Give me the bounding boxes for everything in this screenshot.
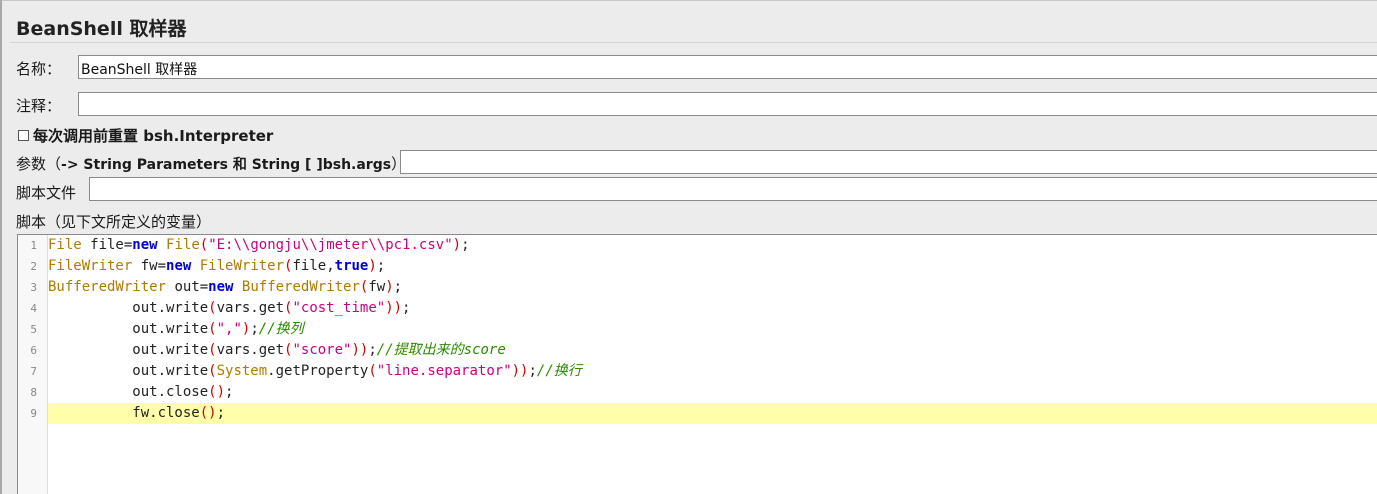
code-token: "line.separator" [376, 363, 512, 379]
code-token: ; [461, 237, 470, 253]
code-text: BufferedWriter out=new BufferedWriter(fw… [48, 277, 402, 298]
code-token: fw= [132, 258, 167, 274]
code-token: out= [166, 279, 209, 295]
code-line[interactable]: FileWriter fw=new FileWriter(file,true); [18, 256, 1377, 277]
code-text: FileWriter fw=new FileWriter(file,true); [48, 256, 385, 277]
code-token: ) [385, 279, 394, 295]
name-label: 名称： [16, 60, 62, 78]
code-token: File [48, 237, 82, 253]
code-token: out.write [48, 363, 209, 379]
code-token: ; [368, 342, 377, 358]
code-line[interactable]: out.write(vars.get("score"));//提取出来的scor… [18, 340, 1377, 361]
panel-title: BeanShell 取样器 [16, 18, 187, 40]
reset-interpreter-option[interactable]: 每次调用前重置 bsh.Interpreter [18, 125, 273, 146]
code-token: BufferedWriter [241, 279, 360, 295]
code-line[interactable]: out.close(); [18, 382, 1377, 403]
code-token: file, [292, 258, 335, 274]
script-label: 脚本（见下文所定义的变量） [16, 213, 212, 231]
code-token: fw.close [48, 405, 200, 421]
reset-interpreter-label: 每次调用前重置 bsh.Interpreter [33, 127, 274, 145]
code-token: file= [81, 237, 133, 253]
code-line[interactable]: File file=new File("E:\\gongju\\jmeter\\… [18, 235, 1377, 256]
code-token: ; [393, 279, 403, 295]
code-token: vars.get [216, 342, 285, 358]
code-token: //换行 [536, 363, 582, 379]
code-token: out.write [48, 300, 209, 316]
code-token: )) [511, 363, 529, 379]
code-token: new [166, 258, 192, 274]
code-token: out.write [48, 321, 209, 337]
code-text: out.write(vars.get("score"));//提取出来的scor… [48, 340, 506, 361]
code-token: "cost_time" [292, 300, 386, 316]
code-token: () [208, 384, 226, 400]
code-token: //提取出来的score [376, 342, 506, 358]
code-line[interactable]: fw.close(); [48, 403, 1377, 424]
parameters-label: 参数（-> String Parameters 和 String [ ]bsh.… [16, 153, 406, 174]
code-token: BufferedWriter [48, 279, 167, 295]
script-file-input[interactable] [89, 177, 1377, 201]
comment-label: 注释： [16, 97, 62, 115]
code-token: ( [368, 363, 377, 379]
code-line[interactable]: out.write(",");//换列 [18, 319, 1377, 340]
code-token: ; [216, 405, 226, 421]
code-line[interactable]: out.write(vars.get("cost_time")); [18, 298, 1377, 319]
title-divider [10, 42, 1377, 43]
code-token: //换列 [258, 321, 304, 337]
name-input[interactable]: BeanShell 取样器 [78, 55, 1377, 79]
code-token: ( [208, 363, 217, 379]
code-text: out.close(); [48, 382, 233, 403]
comment-input[interactable] [78, 92, 1377, 116]
code-token: ( [208, 342, 217, 358]
window-top-border [0, 0, 1377, 1]
code-line[interactable]: BufferedWriter out=new BufferedWriter(fw… [18, 277, 1377, 298]
code-token: File [166, 237, 200, 253]
code-token: "score" [292, 342, 352, 358]
code-token: new [208, 279, 234, 295]
code-token: out.close [48, 384, 209, 400]
code-token: .getProperty [267, 363, 369, 379]
parameters-label-text: -> String Parameters 和 String [ ]bsh.arg… [61, 157, 392, 173]
code-token: ; [250, 321, 259, 337]
code-token: ; [528, 363, 537, 379]
code-token: () [199, 405, 217, 421]
code-token: ( [208, 321, 217, 337]
window-left-border [0, 0, 2, 494]
code-line[interactable]: out.write(System.getProperty("line.separ… [18, 361, 1377, 382]
code-token: )) [385, 300, 403, 316]
script-editor[interactable]: 1 File file=new File("E:\\gongju\\jmeter\… [17, 234, 1377, 494]
code-text: out.write(",");//换列 [48, 319, 304, 340]
code-token: ) [452, 237, 462, 253]
code-token: fw [368, 279, 386, 295]
code-token: out.write [48, 342, 209, 358]
code-token: ( [199, 237, 209, 253]
code-token: "," [216, 321, 242, 337]
code-token: vars.get [216, 300, 285, 316]
code-text: File file=new File("E:\\gongju\\jmeter\\… [48, 235, 470, 256]
code-text: fw.close(); [48, 403, 225, 424]
parameters-label-prefix: 参数（ [16, 155, 62, 173]
code-token: true [334, 258, 369, 274]
parameters-input[interactable] [400, 150, 1377, 174]
code-token: "E:\\gongju\\jmeter\\pc1.csv" [208, 237, 453, 253]
reset-interpreter-checkbox[interactable] [18, 130, 29, 141]
line-number: 9 [30, 407, 37, 420]
code-token: ) [368, 258, 377, 274]
code-token: FileWriter [199, 258, 285, 274]
code-token: ; [402, 300, 411, 316]
code-token: )) [351, 342, 369, 358]
code-token: ; [376, 258, 386, 274]
code-token: ; [225, 384, 234, 400]
code-token: ( [208, 300, 217, 316]
code-token: FileWriter [48, 258, 133, 274]
code-text: out.write(System.getProperty("line.separ… [48, 361, 582, 382]
code-token: System [216, 363, 268, 379]
code-text: out.write(vars.get("cost_time")); [48, 298, 410, 319]
script-file-label: 脚本文件 [16, 184, 77, 202]
code-token: new [132, 237, 158, 253]
